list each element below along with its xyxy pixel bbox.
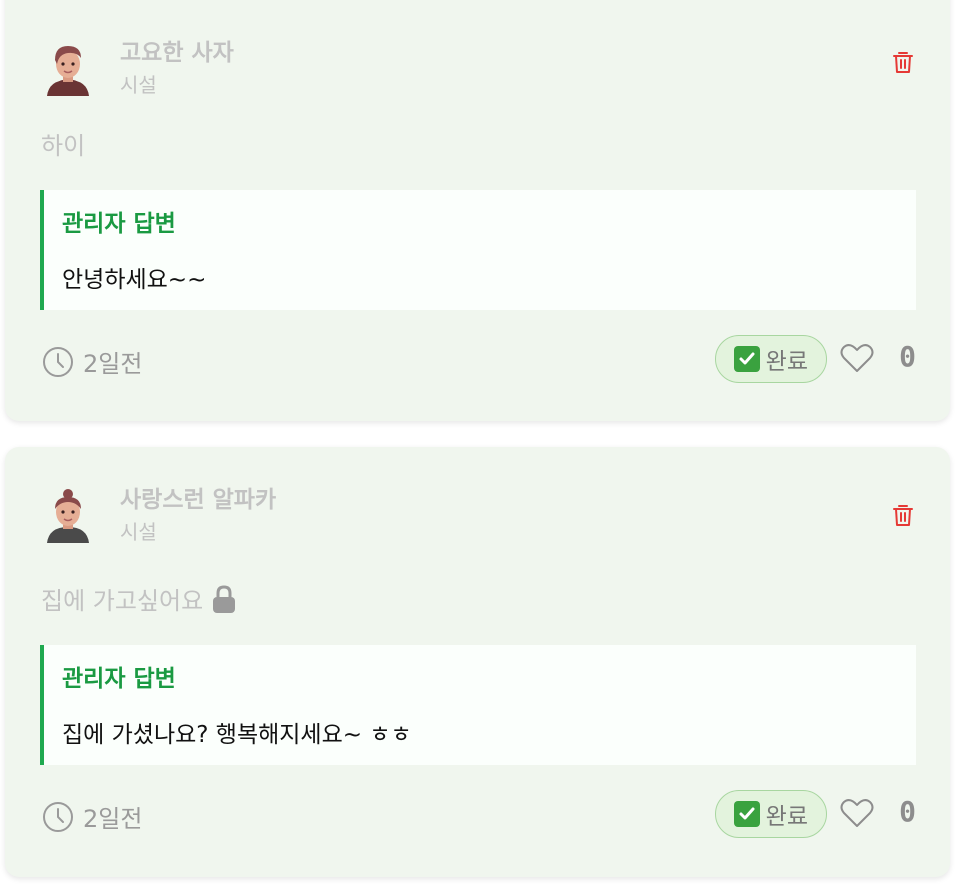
time-label: 2일전 [83, 805, 143, 833]
post-category: 시설 [120, 73, 157, 97]
reply-title: 관리자 답변 [62, 211, 176, 237]
admin-reply: 관리자 답변 집에 가셨나요? 행복해지세요~ ㅎㅎ [40, 645, 916, 765]
heart-icon[interactable] [840, 342, 874, 374]
clock-icon [43, 801, 73, 832]
post-time: 2일전 [41, 344, 142, 379]
post-header: 사랑스런 알파카 시설 [43, 485, 276, 545]
qna-feed: 고요한 사자 시설 하이 관리자 답변 안녕하세요~~ 2일전 완료 0 사랑스… [0, 0, 970, 896]
like-count: 0 [899, 795, 916, 828]
post-header: 고요한 사자 시설 [43, 38, 234, 98]
author-info: 고요한 사자 시설 [120, 38, 234, 98]
status-badge: 완료 [714, 790, 827, 838]
avatar [47, 46, 89, 96]
post-card: 고요한 사자 시설 하이 관리자 답변 안녕하세요~~ 2일전 완료 0 [5, 0, 950, 421]
question-body: 집에 가고싶어요 [41, 587, 204, 615]
reply-text: 집에 가셨나요? 행복해지세요~ ㅎㅎ [62, 722, 412, 748]
like-count: 0 [899, 340, 916, 373]
avatar [47, 489, 89, 543]
lock-icon [213, 584, 236, 613]
post-time: 2일전 [41, 799, 142, 834]
question-text: 집에 가고싶어요 [41, 581, 239, 616]
status-label: 완료 [765, 349, 808, 375]
reply-title: 관리자 답변 [62, 666, 176, 692]
author-name: 고요한 사자 [120, 40, 234, 66]
status-label: 완료 [765, 804, 808, 830]
post-category: 시설 [120, 520, 157, 544]
time-label: 2일전 [83, 350, 143, 378]
post-footer: 2일전 완료 0 [41, 334, 916, 386]
post-footer: 2일전 완료 0 [41, 789, 916, 841]
check-box-icon [733, 801, 760, 827]
status-badge: 완료 [714, 335, 827, 383]
author-info: 사랑스런 알파카 시설 [120, 485, 276, 545]
question-body: 하이 [41, 132, 86, 160]
post-card: 사랑스런 알파카 시설 집에 가고싶어요 관리자 답변 집에 가셨나요? 행복해… [5, 447, 950, 877]
trash-icon[interactable] [892, 50, 914, 74]
check-box-icon [733, 346, 760, 372]
reply-text: 안녕하세요~~ [62, 267, 207, 293]
heart-icon[interactable] [840, 797, 874, 829]
author-name: 사랑스런 알파카 [120, 487, 277, 513]
admin-reply: 관리자 답변 안녕하세요~~ [40, 190, 916, 310]
trash-icon[interactable] [892, 503, 914, 527]
question-text: 하이 [41, 126, 85, 161]
clock-icon [43, 346, 73, 377]
